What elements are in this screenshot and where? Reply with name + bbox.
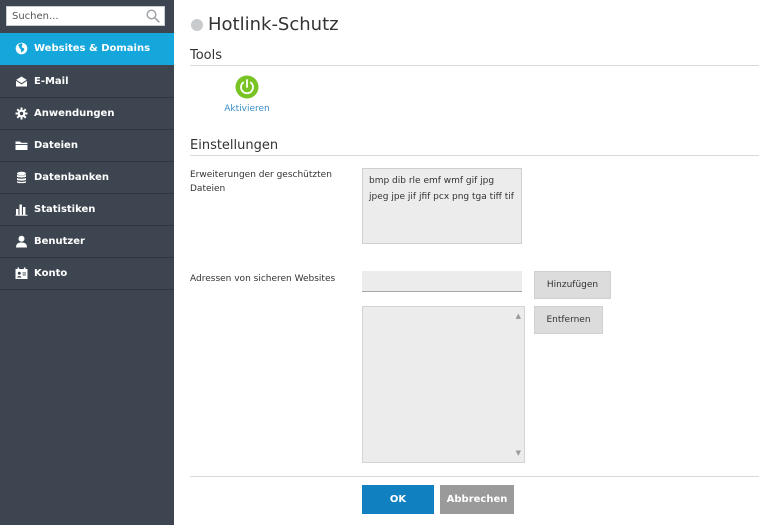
sidebar-item-label: Benutzer xyxy=(34,236,85,247)
sidebar-item-label: Konto xyxy=(34,268,68,279)
sidebar-item-statistiken[interactable]: Statistiken xyxy=(0,194,174,226)
power-icon xyxy=(235,75,259,99)
search-input[interactable] xyxy=(7,7,142,25)
activate-button[interactable]: Aktivieren xyxy=(219,73,275,119)
sidebar-item-dateien[interactable]: Dateien xyxy=(0,130,174,162)
sidebar-item-benutzer[interactable]: Benutzer xyxy=(0,226,174,258)
user-icon xyxy=(16,235,27,248)
database-icon xyxy=(17,171,26,184)
section-divider xyxy=(190,155,759,156)
account-card-icon xyxy=(15,267,28,279)
search-icon[interactable] xyxy=(146,9,160,23)
safe-sites-list[interactable]: ▲ ▼ xyxy=(362,306,525,463)
bar-chart-icon xyxy=(15,204,28,216)
sidebar-item-anwendungen[interactable]: Anwendungen xyxy=(0,98,174,130)
folder-icon xyxy=(15,141,28,150)
sidebar-item-konto[interactable]: Konto xyxy=(0,258,174,290)
page-title: Hotlink-Schutz xyxy=(208,14,339,35)
sidebar-item-datenbanken[interactable]: Datenbanken xyxy=(0,162,174,194)
sidebar-item-label: E-Mail xyxy=(34,76,69,87)
extensions-label: Erweiterungen der geschützten Dateien xyxy=(190,170,332,194)
search-box xyxy=(6,6,165,26)
sidebar-item-label: Dateien xyxy=(34,140,78,151)
cancel-button[interactable]: Abbrechen xyxy=(440,485,514,514)
remove-button[interactable]: Entfernen xyxy=(534,306,603,334)
tools-section-title: Tools xyxy=(190,48,223,63)
footer-divider xyxy=(190,476,759,477)
envelope-icon xyxy=(15,76,28,87)
status-dot-icon xyxy=(191,19,203,31)
section-divider xyxy=(190,65,759,66)
scroll-up-icon[interactable]: ▲ xyxy=(516,312,521,320)
sidebar-item-websites-domains[interactable]: Websites & Domains xyxy=(0,33,174,65)
sidebar-item-label: Statistiken xyxy=(34,204,96,215)
safe-site-input[interactable] xyxy=(362,271,522,292)
sidebar-item-label: Datenbanken xyxy=(34,172,110,183)
activate-label: Aktivieren xyxy=(224,104,270,114)
settings-section-title: Einstellungen xyxy=(190,138,279,153)
scroll-down-icon[interactable]: ▼ xyxy=(516,449,521,457)
safe-sites-label: Adressen von sicheren Websites xyxy=(190,274,336,284)
sidebar-item-label: Websites & Domains xyxy=(34,43,151,54)
add-button[interactable]: Hinzufügen xyxy=(534,271,611,299)
sidebar-item-email[interactable]: E-Mail xyxy=(0,66,174,98)
sidebar-item-label: Anwendungen xyxy=(34,108,115,119)
sidebar: Websites & Domains E-Mail Anwendungen xyxy=(0,0,174,525)
ok-button[interactable]: OK xyxy=(362,485,434,514)
globe-icon xyxy=(15,42,28,55)
extensions-textarea[interactable]: bmp dib rle emf wmf gif jpg jpeg jpe jif… xyxy=(362,168,522,244)
gear-icon xyxy=(15,107,28,120)
